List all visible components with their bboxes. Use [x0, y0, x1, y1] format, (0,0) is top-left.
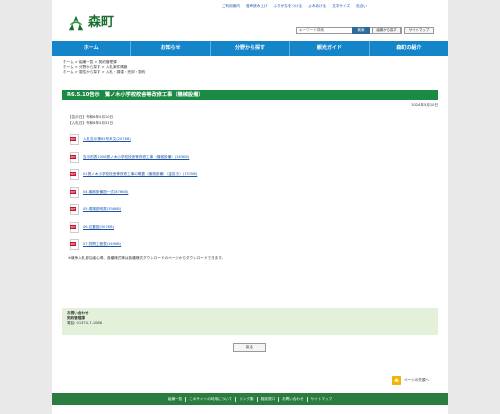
attachment-link[interactable]: 06.位置図(307KB)	[83, 225, 114, 230]
nav-item-home[interactable]: ホーム	[52, 41, 132, 56]
contact-dept: 契約管理課	[67, 316, 85, 321]
attachment-link[interactable]: 入札告示第62号本文(207KB)	[83, 137, 131, 142]
search-button[interactable]: 検索	[352, 27, 370, 34]
svg-text:PDF: PDF	[71, 225, 77, 229]
footer-link-links[interactable]: リンク集	[236, 396, 258, 402]
sitemap-button[interactable]: サイトマップ	[404, 27, 434, 34]
svg-text:PDF: PDF	[71, 242, 77, 246]
back-button[interactable]: 戻る	[233, 343, 266, 352]
svg-text:PDF: PDF	[71, 172, 77, 176]
svg-text:PDF: PDF	[71, 190, 77, 194]
mori-town-emblem-icon	[68, 15, 84, 31]
list-item: PDF 01鷲ノ木小学校校舎等改修工事の概要（機械設備）（金抜き）(757KB)	[70, 166, 197, 184]
svg-text:PDF: PDF	[71, 155, 77, 159]
attachment-link[interactable]: 告示別表1008鷲ノ木小学校校舎等改修工事（機械設備）(283KB)	[83, 155, 189, 160]
utility-bar: ご利用案内 音声読み上げ ふりがなをつける よみあげる 文字サイズ 色合い	[222, 3, 367, 9]
global-nav: ホーム お知らせ 分野から探す 観光ガイド 森町の紹介	[52, 41, 448, 56]
utility-link-color[interactable]: 色合い	[356, 4, 367, 9]
arrow-up-icon	[392, 376, 401, 385]
nav-item-tourism[interactable]: 観光ガイド	[290, 41, 370, 56]
footer-link-contact[interactable]: お問い合わせ	[279, 396, 308, 402]
list-item: PDF 05.現場説明書(336KB)	[70, 201, 197, 219]
org-search-button[interactable]: 組織から探す	[372, 27, 401, 34]
footer-link-terms[interactable]: このサイトの利用について	[186, 396, 237, 402]
pdf-icon: PDF	[70, 222, 79, 233]
nav-item-category[interactable]: 分野から探す	[211, 41, 291, 56]
page: ご利用案内 音声読み上げ ふりがなをつける よみあげる 文字サイズ 色合い 森町…	[52, 0, 448, 414]
breadcrumb: ホーム > 組織一覧 > 契約管理課 ホーム > 分野から探す > 入札案件情報…	[63, 60, 145, 75]
page-top-label: ページの先頭へ	[404, 378, 430, 383]
pdf-icon: PDF	[70, 152, 79, 163]
breadcrumb-line[interactable]: ホーム > 属性から探す > 入札・調達・売却・契約	[63, 70, 145, 75]
list-item: PDF 07.質問工程表(149KB)	[70, 236, 197, 254]
footer-link-sitemap[interactable]: サイトマップ	[308, 397, 336, 402]
contact-heading: お問い合わせ	[67, 311, 89, 315]
attachment-link[interactable]: 07.質問工程表(149KB)	[83, 242, 121, 247]
utility-link-furigana[interactable]: ふりがなをつける	[274, 4, 303, 9]
contact-box: お問い合わせ 契約管理課 電話: 01374-7-1086	[62, 308, 438, 335]
bid-date: 【入札日】令和6年5月31日	[68, 121, 114, 125]
list-item: PDF 06.位置図(307KB)	[70, 219, 197, 237]
attachment-list: PDF 入札告示第62号本文(207KB) PDF 告示別表1008鷲ノ木小学校…	[70, 131, 197, 254]
utility-link-guide[interactable]: ご利用案内	[222, 4, 240, 9]
footer-link-org[interactable]: 組織一覧	[165, 396, 187, 402]
pdf-icon: PDF	[70, 169, 79, 180]
pdf-icon: PDF	[70, 134, 79, 145]
notice-meta: 【告示日】令和6年5月10日 【入札日】令和6年5月31日	[68, 114, 113, 126]
page-title: R6.5.10告示 鷲ノ木小学校校舎等改修工事（機械設備）	[62, 90, 438, 100]
attachment-link[interactable]: 01鷲ノ木小学校校舎等改修工事の概要（機械設備）（金抜き）(757KB)	[83, 172, 197, 177]
svg-text:PDF: PDF	[71, 207, 77, 211]
nav-item-about[interactable]: 森町の紹介	[370, 41, 448, 56]
pdf-icon: PDF	[70, 187, 79, 198]
utility-link-readaloud[interactable]: よみあげる	[308, 4, 326, 9]
contact-tel: 電話: 01374-7-1086	[67, 321, 102, 326]
download-note: ※競争入札参加者心得、各種様式等は各種様式ダウンロードのページからダウンロードで…	[68, 256, 226, 260]
site-logo[interactable]: 森町	[67, 14, 114, 32]
footer-nav: 組織一覧 このサイトの利用について リンク集 相談窓口 お問い合わせ サイトマッ…	[52, 393, 448, 405]
list-item: PDF 04.機械設備図一式(876KB)	[70, 184, 197, 202]
logo-text: 森町	[88, 14, 115, 30]
list-item: PDF 入札告示第62号本文(207KB)	[70, 131, 197, 149]
pdf-icon: PDF	[70, 204, 79, 215]
list-item: PDF 告示別表1008鷲ノ木小学校校舎等改修工事（機械設備）(283KB)	[70, 149, 197, 167]
utility-link-fontsize[interactable]: 文字サイズ	[332, 4, 350, 9]
page-top-link[interactable]: ページの先頭へ	[392, 376, 429, 385]
nav-item-news[interactable]: お知らせ	[131, 41, 211, 56]
attachment-link[interactable]: 05.現場説明書(336KB)	[83, 207, 121, 212]
utility-link-voice[interactable]: 音声読み上げ	[246, 4, 268, 9]
pdf-icon: PDF	[70, 239, 79, 250]
footer-link-consult[interactable]: 相談窓口	[258, 396, 280, 402]
update-date: 2024年5月10日	[411, 103, 438, 107]
attachment-link[interactable]: 04.機械設備図一式(876KB)	[83, 190, 128, 195]
svg-text:PDF: PDF	[71, 137, 77, 141]
